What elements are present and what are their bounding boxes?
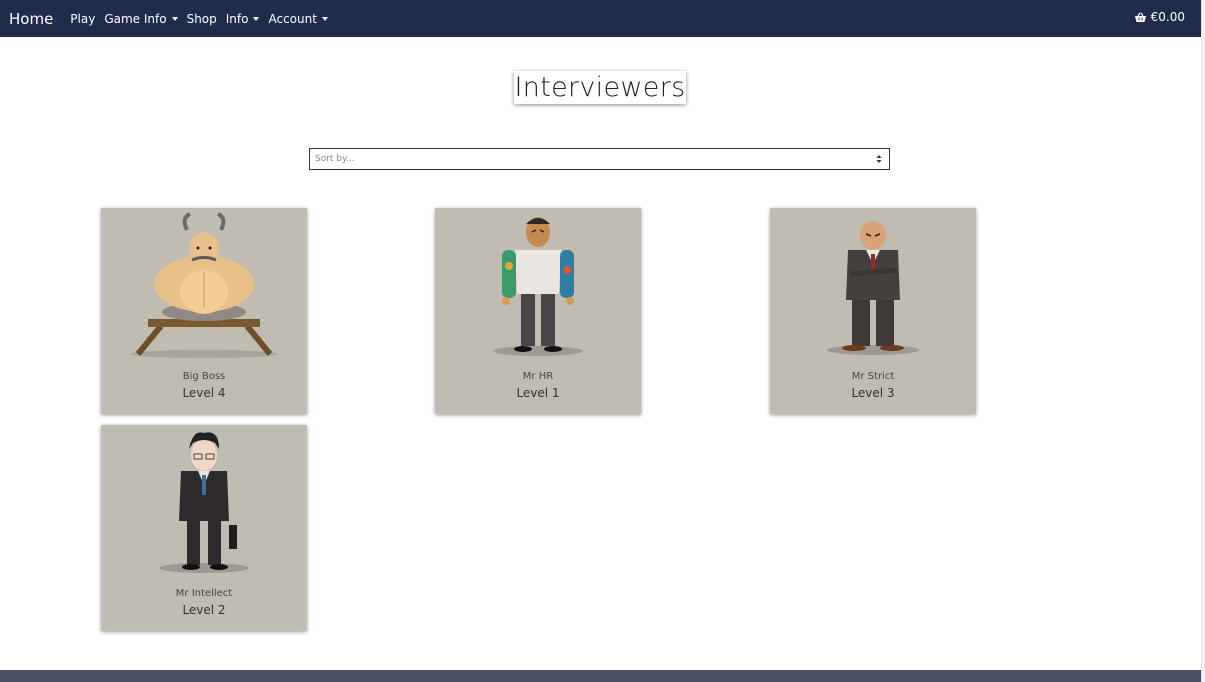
big-boss-portrait — [130, 212, 278, 358]
mr-strict-portrait — [827, 217, 919, 355]
interviewer-name: Mr Intellect — [175, 588, 233, 599]
nav-game-info-dropdown[interactable]: Game Info — [104, 11, 178, 26]
nav-account-label: Account — [268, 11, 317, 26]
interviewer-level: Level 4 — [182, 386, 226, 400]
interviewer-level: Level 3 — [851, 386, 895, 400]
nav-info-dropdown[interactable]: Info — [226, 12, 260, 26]
nav-account-dropdown[interactable]: Account — [268, 11, 328, 26]
nav-game-info-label: Game Info — [104, 11, 167, 26]
nav-play-label: Play — [70, 11, 96, 26]
interviewer-name: Mr HR — [522, 371, 554, 382]
interviewer-name: Big Boss — [182, 371, 226, 382]
nav-shop-label: Shop — [186, 11, 217, 26]
nav-shop-link[interactable]: Shop — [187, 12, 217, 26]
caret-down-icon — [171, 16, 178, 21]
home-link[interactable]: Home — [9, 10, 53, 28]
sort-placeholder: Sort by... — [315, 154, 355, 164]
basket-icon — [1134, 11, 1146, 22]
interviewer-level: Level 2 — [182, 603, 226, 617]
interviewer-card-mr-intellect[interactable]: Mr Intellect Level 2 — [101, 425, 307, 631]
page-scrollbar[interactable] — [1201, 0, 1205, 682]
cart-total: €0.00 — [1150, 10, 1185, 24]
interviewer-name: Mr Strict — [851, 371, 895, 382]
sort-arrows-icon — [876, 155, 882, 163]
sort-select[interactable]: Sort by... — [309, 148, 890, 170]
interviewer-level: Level 1 — [516, 386, 560, 400]
cart-link[interactable]: €0.00 — [1134, 10, 1185, 24]
interviewer-card-mr-strict[interactable]: Mr Strict Level 3 — [770, 208, 976, 414]
footer-bar — [0, 670, 1201, 682]
caret-down-icon — [321, 16, 328, 21]
interviewer-card-mr-hr[interactable]: Mr HR Level 1 — [435, 208, 641, 414]
mr-intellect-portrait — [159, 432, 249, 573]
nav-play-link[interactable]: Play — [70, 12, 95, 26]
nav-menu: Play Game Info Shop Info Account — [61, 12, 328, 26]
top-navbar: Home Play Game Info Shop Info Account €0… — [0, 0, 1201, 37]
page-title: Interviewers — [514, 71, 686, 104]
caret-down-icon — [253, 16, 260, 21]
nav-info-label: Info — [225, 11, 249, 26]
mr-hr-portrait — [493, 217, 583, 356]
interviewer-card-big-boss[interactable]: Big Boss Level 4 — [101, 208, 307, 414]
